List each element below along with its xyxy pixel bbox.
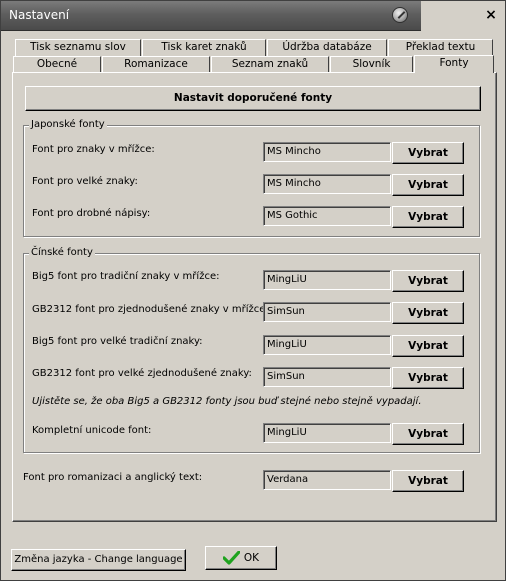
tab-character-list[interactable]: Seznam znaků xyxy=(211,56,329,73)
grid-font-field[interactable]: MS Mincho xyxy=(263,142,391,162)
tab-fonts[interactable]: Fonty xyxy=(414,55,494,73)
select-big5-large-font-button[interactable]: Vybrat xyxy=(392,335,464,357)
small-font-label: Font pro drobné nápisy: xyxy=(32,208,151,219)
big5-large-font-field[interactable]: MingLiU xyxy=(263,335,391,355)
gb2312-grid-font-field[interactable]: SimSun xyxy=(263,302,391,322)
romanization-font-field[interactable]: Verdana xyxy=(263,470,391,490)
small-font-field[interactable]: MS Gothic xyxy=(263,206,391,226)
ok-label: OK xyxy=(243,552,260,564)
tab-general[interactable]: Obecné xyxy=(13,56,101,73)
title-bar-background: Nastavení xyxy=(1,1,439,31)
unicode-font-field[interactable]: MingLiU xyxy=(263,423,391,443)
tab-dictionary[interactable]: Slovník xyxy=(330,56,413,73)
big5-grid-font-field[interactable]: MingLiU xyxy=(263,270,391,290)
tab-database-maintenance[interactable]: Údržba databáze xyxy=(267,39,387,56)
tab-romanization[interactable]: Romanizace xyxy=(102,56,210,73)
close-button[interactable]: × xyxy=(484,8,498,22)
select-large-font-button[interactable]: Vybrat xyxy=(392,174,464,196)
tab-print-character-cards[interactable]: Tisk karet znaků xyxy=(142,39,266,56)
select-unicode-font-button[interactable]: Vybrat xyxy=(392,423,464,445)
select-big5-grid-font-button[interactable]: Vybrat xyxy=(392,270,464,292)
fonts-consistency-note: Ujistěte se, že oba Big5 a GB2312 fonty … xyxy=(32,396,422,407)
gb2312-large-font-field[interactable]: SimSun xyxy=(263,367,391,387)
big5-grid-font-label: Big5 font pro tradiční znaky v mřížce: xyxy=(32,271,220,282)
set-recommended-fonts-button[interactable]: Nastavit doporučené fonty xyxy=(25,86,481,111)
gb2312-grid-font-label: GB2312 font pro zjednodušené znaky v mří… xyxy=(32,304,269,315)
large-font-label: Font pro velké znaky: xyxy=(32,176,138,187)
tab-print-word-list[interactable]: Tisk seznamu slov xyxy=(15,39,141,56)
settings-dialog: Nastavení × Tisk seznamu slov Tisk karet… xyxy=(0,0,506,581)
unicode-font-label: Kompletní unicode font: xyxy=(32,425,152,436)
japanese-fonts-legend: Japonské fonty xyxy=(29,119,107,130)
select-gb2312-grid-font-button[interactable]: Vybrat xyxy=(392,302,464,324)
romanization-font-label: Font pro romanizaci a anglický text: xyxy=(23,472,203,483)
window-title: Nastavení xyxy=(9,8,70,22)
settings-orb-icon[interactable] xyxy=(392,7,408,23)
green-checkmark-icon xyxy=(222,551,240,565)
tab-text-translation[interactable]: Překlad textu xyxy=(388,39,493,56)
big5-large-font-label: Big5 font pro velké tradiční znaky: xyxy=(32,336,203,347)
title-bar[interactable]: Nastavení × xyxy=(1,1,505,31)
select-gb2312-large-font-button[interactable]: Vybrat xyxy=(392,367,464,389)
large-font-field[interactable]: MS Mincho xyxy=(263,174,391,194)
select-small-font-button[interactable]: Vybrat xyxy=(392,206,464,228)
chinese-fonts-legend: Čínské fonty xyxy=(29,247,95,258)
grid-font-label: Font pro znaky v mřížce: xyxy=(32,144,155,155)
change-language-button[interactable]: Změna jazyka - Change language xyxy=(11,549,186,571)
select-romanization-font-button[interactable]: Vybrat xyxy=(392,470,464,492)
ok-button[interactable]: OK xyxy=(205,546,277,570)
select-grid-font-button[interactable]: Vybrat xyxy=(392,142,464,164)
gb2312-large-font-label: GB2312 font pro velké zjednodušené znaky… xyxy=(32,368,252,379)
